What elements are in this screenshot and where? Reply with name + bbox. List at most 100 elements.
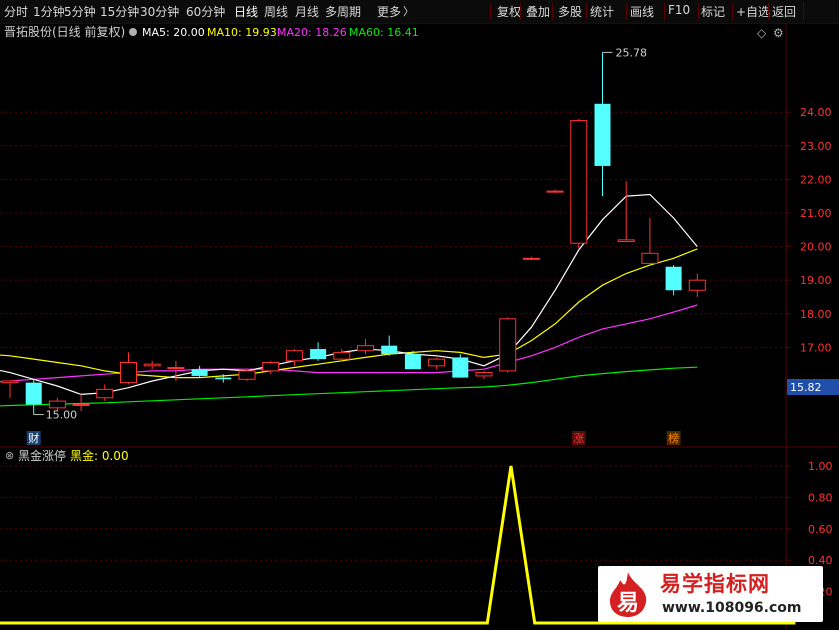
toolbar-separator	[803, 3, 804, 20]
price-tick-label: 17.00	[800, 341, 832, 354]
indicator-tick-label: 0.60	[808, 523, 833, 536]
stock-title: 晋拓股份(日线 前复权)	[4, 24, 125, 39]
toolbar-separator	[732, 3, 733, 20]
price-tick-label: 19.00	[800, 274, 832, 287]
period-tab-1[interactable]: 1分钟	[33, 3, 65, 20]
price-axis: 17.00 18.00 19.00 20.00 21.00 22.00 23.00 24.00	[786, 106, 832, 354]
flame-logo-icon: 易	[610, 572, 647, 617]
event-marker[interactable]: 榜	[668, 431, 679, 445]
indicator-title: 黑金涨停	[18, 448, 66, 463]
candle[interactable]	[594, 52, 611, 197]
candle[interactable]	[238, 370, 256, 381]
toolbar-separator	[768, 3, 769, 20]
toolbar-action-4[interactable]: 画线	[630, 3, 654, 20]
candle-body	[499, 318, 517, 372]
candle-body	[333, 351, 351, 360]
period-tab-9[interactable]: 多周期	[325, 3, 361, 20]
indicator-series-label: 黑金: 0.00	[70, 448, 129, 463]
event-marker[interactable]: 涨	[573, 432, 584, 445]
ma-legend-item: MA10: 19.93	[207, 26, 277, 39]
toolbar-action-2[interactable]: 多股	[558, 3, 582, 20]
candle[interactable]	[428, 357, 446, 370]
toolbar-action-6[interactable]: 标记	[701, 3, 725, 20]
period-tab-3[interactable]: 15分钟	[100, 3, 139, 20]
period-tab-4[interactable]: 30分钟	[140, 3, 179, 20]
ma-legend-item: MA20: 18.26	[277, 26, 347, 39]
indicator-tick-label: 1.00	[808, 460, 833, 473]
candle[interactable]	[285, 349, 303, 366]
candle-body	[428, 358, 446, 367]
candle-body	[452, 357, 469, 378]
toolbar-action-7[interactable]: +自选	[736, 3, 770, 20]
candle[interactable]	[522, 256, 540, 261]
candle-body	[641, 252, 659, 264]
candle-body	[1, 380, 19, 384]
candle[interactable]	[191, 365, 208, 378]
candle[interactable]	[617, 181, 635, 243]
candle[interactable]	[381, 335, 398, 356]
watermark-logo-char: 易	[617, 591, 639, 616]
candle[interactable]	[641, 218, 659, 264]
price-tick-label: 24.00	[800, 106, 832, 119]
ma-settings-icon[interactable]	[129, 28, 137, 36]
period-tab-7[interactable]: 周线	[264, 3, 288, 20]
toolbar-action-3[interactable]: 统计	[590, 3, 614, 20]
price-tag-label: 15.82	[790, 381, 822, 394]
candle-body	[688, 279, 706, 291]
watermark-url: www.108096.com	[662, 600, 802, 616]
price-tick-label: 20.00	[800, 241, 832, 254]
period-tab-8[interactable]: 月线	[295, 3, 319, 20]
diamond-icon[interactable]: ◇	[757, 26, 767, 40]
candle-body	[167, 367, 185, 370]
event-marker[interactable]: 财	[28, 431, 39, 445]
ma-legend: MA5: 20.00 MA10: 19.93 MA20: 18.26 MA60: 16…	[129, 26, 419, 39]
price-labels: 25.78 15.00 15.82 财 涨 榜	[26, 46, 839, 445]
low-price-label: 15.00	[46, 409, 77, 422]
more-periods-button[interactable]: 更多	[377, 3, 401, 20]
gear-icon[interactable]: ⚙	[773, 26, 784, 40]
period-tab-5[interactable]: 60分钟	[186, 3, 225, 20]
candle-body	[310, 349, 327, 360]
candle[interactable]	[143, 360, 161, 370]
candle[interactable]	[96, 384, 114, 402]
toolbar-separator	[490, 3, 491, 20]
candle-body	[594, 103, 611, 166]
candle[interactable]	[310, 342, 327, 361]
chevron-right-icon[interactable]: 〉	[403, 3, 414, 19]
candle[interactable]	[688, 273, 706, 297]
toolbar-action-1[interactable]: 叠加	[526, 3, 550, 20]
candle-body	[475, 372, 493, 377]
candle[interactable]	[357, 338, 374, 355]
indicator-collapse-icon[interactable]: ⊗	[5, 449, 14, 462]
period-toolbar: 分时 1分钟 5分钟 15分钟 30分钟 60分钟 日线 周线 月线 多周期 更多〉 复权 叠加 多股 统计…	[0, 0, 839, 24]
candle[interactable]	[452, 354, 469, 378]
toolbar-separator	[552, 3, 553, 20]
toolbar-separator	[664, 3, 665, 20]
candle[interactable]	[665, 265, 682, 296]
period-tab-2[interactable]: 5分钟	[64, 3, 96, 20]
candle-body	[665, 266, 682, 291]
candle[interactable]	[1, 380, 19, 398]
price-tick-label: 23.00	[800, 140, 832, 153]
period-tab-6[interactable]: 日线	[234, 3, 258, 20]
candle-body	[522, 257, 540, 260]
grid-lines	[0, 23, 839, 630]
candle-body	[238, 370, 256, 380]
candle[interactable]	[333, 349, 351, 361]
candle[interactable]	[546, 189, 564, 193]
period-tab-0[interactable]: 分时	[4, 3, 28, 20]
candle-body	[48, 400, 66, 409]
toolbar-action-5[interactable]: F10	[668, 3, 690, 17]
indicator-tick-label: 0.80	[808, 491, 833, 504]
candle[interactable]	[475, 370, 493, 380]
price-tick-label: 22.00	[800, 173, 832, 186]
candle-body	[262, 361, 280, 372]
toolbar-action-8[interactable]: 返回	[772, 3, 796, 20]
candle[interactable]	[120, 352, 137, 385]
candle[interactable]	[499, 317, 517, 373]
watermark-logo: 易 易学指标网 www.108096.com	[598, 566, 823, 622]
candle[interactable]	[570, 118, 588, 249]
candle[interactable]	[25, 379, 42, 415]
toolbar-action-0[interactable]: 复权	[497, 3, 521, 20]
candles[interactable]	[1, 52, 706, 415]
